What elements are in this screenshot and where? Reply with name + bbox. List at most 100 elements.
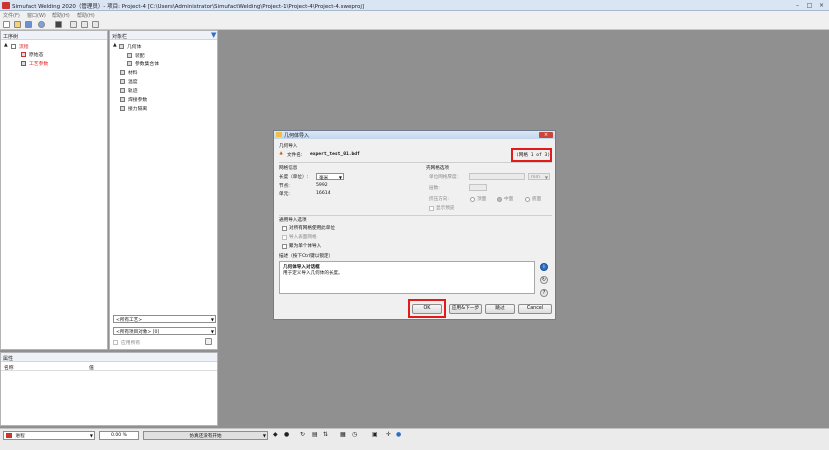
process-icon [6, 433, 12, 438]
divider [279, 215, 552, 216]
file-name: expert_test_01.bdf [310, 152, 360, 157]
show-preview-checkbox [429, 206, 434, 211]
object-geometry[interactable]: 几何体 [127, 43, 141, 50]
clock-icon[interactable]: ◷ [352, 431, 357, 438]
nodes-value: 5992 [316, 183, 328, 188]
extrude-label: 挤压方向: [429, 197, 449, 202]
open-icon[interactable] [14, 21, 21, 28]
dialog-close-button[interactable]: × [539, 132, 553, 138]
layers-input [469, 184, 487, 191]
globe-icon[interactable] [38, 21, 45, 28]
chevron-down-icon: ▼ [262, 433, 266, 438]
file-label: 文件名: [287, 153, 303, 158]
object-assembly[interactable]: 装配 [135, 52, 145, 59]
expand-icon[interactable]: ✛ [386, 431, 391, 438]
nav-icon[interactable]: ◆ [273, 431, 278, 438]
maximize-icon[interactable]: □ [805, 2, 814, 9]
screen-icon[interactable] [55, 21, 62, 28]
process-selector-value: 进程 [15, 434, 25, 439]
info-icon[interactable]: i [540, 263, 548, 271]
object-relay[interactable]: 接力隔离 [128, 105, 147, 112]
tree-item-process[interactable]: 流程 [19, 43, 29, 50]
sort-icon[interactable]: ⇅ [323, 431, 328, 438]
clipboard-icon[interactable]: ▤ [312, 431, 318, 438]
object-material[interactable]: 材料 [128, 69, 138, 76]
menu-help[interactable]: 帮助(H) [52, 12, 70, 19]
refresh-icon[interactable]: ↻ [540, 276, 548, 284]
tree-item-initial-state[interactable]: 原始态 [29, 51, 43, 58]
ok-button[interactable]: OK [412, 304, 442, 314]
show-preview-label: 显示预览 [436, 206, 455, 211]
nodes-label: 节点: [279, 184, 290, 189]
undo-icon[interactable] [205, 338, 212, 345]
properties-title: 属性 [1, 353, 217, 362]
progress-field: 0.00 % [99, 431, 139, 440]
material-icon [120, 70, 125, 75]
mesh-counter: (网格 1 of 3) [516, 153, 551, 158]
shell-unit-value: mm [531, 175, 540, 180]
skip-button[interactable]: 跳过 [485, 304, 515, 314]
refresh-icon[interactable]: ↻ [300, 431, 305, 438]
cancel-button[interactable]: Cancel [518, 304, 552, 314]
simulation-status-text: 仿真还没有开始 [189, 434, 222, 439]
object-temperature[interactable]: 温度 [128, 78, 138, 85]
menu-help-2[interactable]: 帮助(H) [77, 12, 95, 19]
process-selector[interactable]: 进程 ▼ [3, 431, 95, 440]
properties-panel: 属性 名称 值 [0, 352, 218, 426]
shell-unit-dropdown: mm ▼ [528, 173, 550, 180]
chevron-down-icon: ▼ [338, 175, 342, 180]
window-icon[interactable] [92, 21, 99, 28]
object-param-body[interactable]: 参数集合体 [135, 60, 159, 67]
use-unit-all-label: 对所有网格使用此单位 [289, 226, 335, 231]
import-surface-label: 导入表面网格 [289, 235, 317, 240]
objects-panel-title: 对象栏 [110, 31, 217, 40]
help-icon[interactable]: ? [540, 289, 548, 297]
single-body-checkbox[interactable] [282, 244, 287, 249]
close-icon[interactable]: × [817, 2, 826, 9]
panel-icon[interactable] [81, 21, 88, 28]
window-title: Simufact Welding 2020（管理员）- 项目: Project-… [12, 4, 365, 10]
shell-options-label: 壳网格选项 [426, 166, 449, 171]
shell-thickness-label: 单位网格厚度: [429, 175, 459, 180]
process-tree-panel: 工序树 ▲ 流程 原始态 工艺参数 [0, 30, 108, 350]
toolbar [0, 19, 829, 30]
param-body-icon [127, 61, 132, 66]
menu-file[interactable]: 文件(F) [3, 12, 20, 19]
mesh-info-label: 网格信息 [279, 166, 298, 171]
expand-icon[interactable]: ▲ [113, 43, 117, 48]
import-section-label: 几何导入 [279, 144, 298, 149]
apply-next-button[interactable]: 应用&下一步 [449, 304, 482, 314]
dialog-title-bar: 几何体导入 [274, 131, 555, 139]
grid-icon[interactable]: ▦ [340, 431, 346, 438]
save-icon[interactable] [25, 21, 32, 28]
chevron-down-icon: ▼ [89, 433, 93, 438]
layers-label: 层数: [429, 186, 440, 191]
object-filter-dropdown[interactable]: <所有项目对象> [0] ▼ [113, 327, 216, 335]
tree-item-process-params[interactable]: 工艺参数 [29, 60, 48, 67]
temperature-icon [120, 79, 125, 84]
objects-panel: 对象栏 ▼ ▲ 几何体 装配 参数集合体 材料 温度 轨迹 焊接参数 接力隔离 … [109, 30, 218, 350]
menu-window[interactable]: 窗口(W) [27, 12, 46, 19]
layout-icon[interactable] [70, 21, 77, 28]
use-unit-all-checkbox[interactable] [282, 226, 287, 231]
record-icon[interactable]: ● [284, 431, 289, 438]
window-title-bar: Simufact Welding 2020（管理员）- 项目: Project-… [0, 0, 829, 11]
object-trajectory[interactable]: 轨迹 [128, 87, 138, 94]
col-name: 名称 [4, 366, 14, 371]
properties-header-row: 名称 值 [1, 363, 217, 371]
menu-bar: 文件(F) 窗口(W) 帮助(H) 帮助(H) [0, 11, 829, 19]
welding-params-icon [120, 97, 125, 102]
new-icon[interactable] [3, 21, 10, 28]
description-text: 用于定义导入几何体的长度。 [283, 271, 343, 276]
minimize-icon[interactable]: – [793, 2, 802, 9]
filter-icon[interactable]: ▼ [211, 31, 216, 39]
dialog-title: 几何体导入 [284, 133, 310, 139]
info-icon[interactable]: ● [396, 431, 401, 438]
length-unit-dropdown[interactable]: 毫米 ▼ [316, 173, 344, 181]
general-options-label: 通用导入选项 [279, 218, 307, 223]
expand-icon[interactable]: ▲ [4, 43, 8, 48]
object-welding-params[interactable]: 焊接参数 [128, 96, 147, 103]
chart-icon[interactable]: ▣ [372, 431, 378, 438]
process-filter-dropdown[interactable]: <所有工艺> ▼ [113, 315, 216, 323]
apply-all-checkbox[interactable] [113, 340, 118, 345]
